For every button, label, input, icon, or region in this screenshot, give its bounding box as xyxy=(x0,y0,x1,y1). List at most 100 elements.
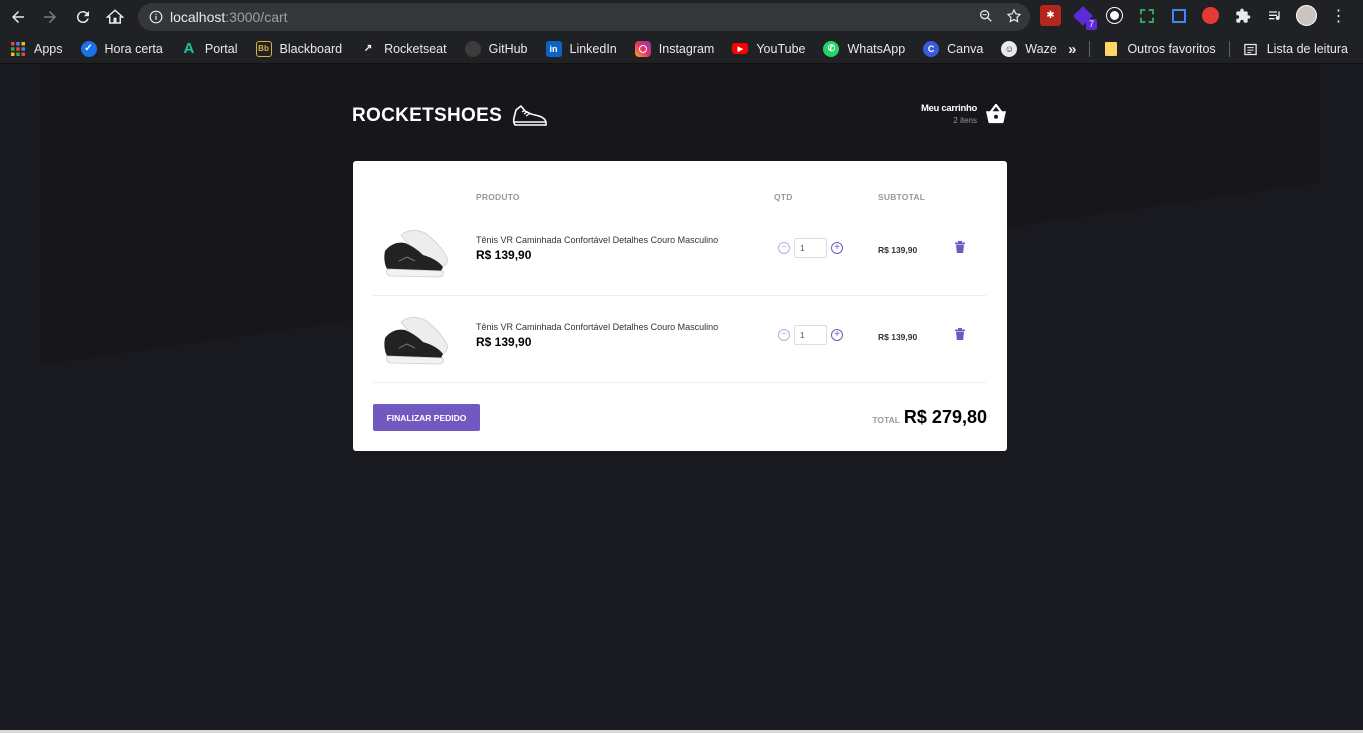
arrow-left-icon xyxy=(12,11,24,23)
shopping-basket-icon xyxy=(986,104,1006,124)
bookmark-blackboard[interactable]: Bb Blackboard xyxy=(247,35,352,63)
quantity-stepper: − + xyxy=(778,238,843,258)
canva-icon: C xyxy=(923,40,940,57)
product-price: R$ 139,90 xyxy=(476,335,532,349)
screenshot-extension-icon[interactable] xyxy=(1136,5,1157,26)
instagram-icon xyxy=(634,40,651,57)
decrement-button[interactable]: − xyxy=(778,329,790,341)
column-header-product: PRODUTO xyxy=(476,192,520,202)
bookmark-portal[interactable]: A Portal xyxy=(172,35,247,63)
url-text: localhost:3000/cart xyxy=(170,9,288,25)
total-value: R$ 279,80 xyxy=(903,407,987,427)
quantity-input[interactable] xyxy=(794,238,827,258)
media-control-icon[interactable] xyxy=(1264,5,1285,26)
linkedin-icon: in xyxy=(545,40,562,57)
bookmark-label: GitHub xyxy=(488,41,528,56)
extension-badge: 7 xyxy=(1085,19,1097,30)
bookmark-label: Blackboard xyxy=(279,41,343,56)
column-header-subtotal: SUBTOTAL xyxy=(878,192,926,202)
cart-panel: PRODUTO QTD SUBTOTAL Tênis VR Caminhada … xyxy=(353,161,1007,451)
product-title: Tênis VR Caminhada Confortável Detalhes … xyxy=(476,235,719,245)
quantity-input[interactable] xyxy=(794,325,827,345)
bookmark-canva[interactable]: C Canva xyxy=(914,35,992,63)
logo-text: ROCKETSHOES xyxy=(352,105,503,126)
extension-red-icon[interactable]: ✱ xyxy=(1040,5,1061,26)
reading-list-button[interactable]: Lista de leitura xyxy=(1234,35,1357,63)
bookmark-rocketseat[interactable]: ↗ Rocketseat xyxy=(351,35,456,63)
home-icon xyxy=(106,9,124,24)
bookmark-label: Waze xyxy=(1025,41,1057,56)
extension-red-circle-icon[interactable] xyxy=(1200,5,1221,26)
cart-item-row: Tênis VR Caminhada Confortável Detalhes … xyxy=(373,296,986,383)
apps-grid-icon xyxy=(10,41,26,57)
decrement-button[interactable]: − xyxy=(778,242,790,254)
reload-button[interactable] xyxy=(67,1,99,33)
sneaker-icon xyxy=(512,105,547,126)
more-bookmarks-button[interactable]: » xyxy=(1059,35,1085,63)
bookmark-label: Instagram xyxy=(658,41,715,56)
extension-circle-icon[interactable] xyxy=(1104,5,1125,26)
product-title: Tênis VR Caminhada Confortável Detalhes … xyxy=(476,322,719,332)
browser-toolbar: localhost:3000/cart ✱ 7 ⋮ xyxy=(0,0,1363,34)
bookmark-label: Apps xyxy=(34,41,63,56)
trash-icon[interactable] xyxy=(955,241,965,253)
increment-button[interactable]: + xyxy=(831,329,843,341)
cart-count: 2 itens xyxy=(953,116,977,125)
divider xyxy=(1228,41,1230,57)
zoom-icon[interactable] xyxy=(978,8,994,24)
bookmark-apps[interactable]: Apps xyxy=(0,35,72,63)
bookmark-whatsapp[interactable]: ✆ WhatsApp xyxy=(814,35,914,63)
site-header: ROCKETSHOES Meu carrinho 2 itens xyxy=(352,99,1007,139)
browser-menu-icon[interactable]: ⋮ xyxy=(1328,5,1349,26)
item-subtotal: R$ 139,90 xyxy=(878,332,918,342)
bookmark-label: WhatsApp xyxy=(847,41,906,56)
bookmark-other-favorites[interactable]: Outros favoritos xyxy=(1094,35,1224,63)
folder-icon xyxy=(1103,41,1119,57)
extension-purple-icon[interactable]: 7 xyxy=(1072,5,1097,30)
bookmarks-bar: Apps ✓ Hora certa A Portal Bb Blackboard… xyxy=(0,34,1363,64)
clock-icon: ✓ xyxy=(80,40,97,57)
cart-link[interactable]: Meu carrinho 2 itens xyxy=(921,103,1007,125)
bookmark-github[interactable]: GitHub xyxy=(456,35,537,63)
logo-link[interactable]: ROCKETSHOES xyxy=(352,103,548,129)
extension-square-icon[interactable] xyxy=(1168,5,1189,26)
bookmark-linkedin[interactable]: in LinkedIn xyxy=(537,35,626,63)
bookmark-label: Outros favoritos xyxy=(1127,42,1216,56)
divider xyxy=(1089,41,1091,57)
whatsapp-icon: ✆ xyxy=(823,40,840,57)
youtube-icon: ▶ xyxy=(732,43,749,54)
page-content: ROCKETSHOES Meu carrinho 2 itens PRODUTO… xyxy=(0,65,1363,733)
increment-button[interactable]: + xyxy=(831,242,843,254)
home-button[interactable] xyxy=(99,1,131,33)
bookmark-label: Canva xyxy=(947,41,984,56)
rocketseat-icon: ↗ xyxy=(363,43,373,54)
bookmark-label: LinkedIn xyxy=(569,41,617,56)
product-price: R$ 139,90 xyxy=(476,248,532,262)
product-image xyxy=(384,230,448,278)
star-icon[interactable] xyxy=(1006,8,1022,24)
quantity-stepper: − + xyxy=(778,325,843,345)
trash-icon[interactable] xyxy=(955,328,965,340)
portal-a-icon: A xyxy=(183,40,195,57)
info-icon[interactable] xyxy=(142,10,170,24)
profile-avatar[interactable] xyxy=(1296,5,1317,26)
cart-info: Meu carrinho 2 itens xyxy=(921,103,977,125)
item-subtotal: R$ 139,90 xyxy=(878,245,918,255)
bookmark-instagram[interactable]: Instagram xyxy=(626,35,724,63)
checkout-button[interactable]: FINALIZAR PEDIDO xyxy=(373,404,480,431)
cart-total: TOTAL R$ 279,80 xyxy=(872,407,987,428)
total-label: TOTAL xyxy=(872,415,900,425)
bookmark-label: YouTube xyxy=(756,41,806,56)
forward-button[interactable] xyxy=(34,1,66,33)
puzzle-icon[interactable] xyxy=(1232,5,1253,26)
bookmark-waze[interactable]: ☺ Waze xyxy=(992,35,1066,63)
back-button[interactable] xyxy=(2,1,34,33)
bookmark-hora-certa[interactable]: ✓ Hora certa xyxy=(72,35,172,63)
bookmark-label: Lista de leitura xyxy=(1266,42,1348,56)
column-header-qty: QTD xyxy=(774,192,793,202)
address-bar[interactable]: localhost:3000/cart xyxy=(138,3,1030,31)
arrow-right-icon xyxy=(44,11,56,23)
product-image xyxy=(384,317,448,365)
cart-item-row: Tênis VR Caminhada Confortável Detalhes … xyxy=(373,209,986,296)
bookmark-youtube[interactable]: ▶ YouTube xyxy=(723,35,814,63)
